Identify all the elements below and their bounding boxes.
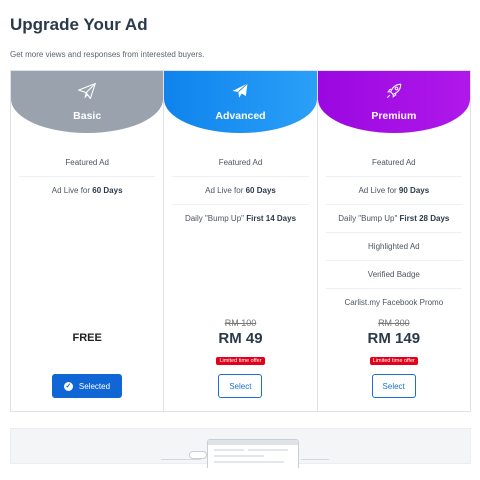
- plan-basic-header: Basic: [11, 71, 164, 133]
- plan-basic-name: Basic: [73, 110, 102, 122]
- plan-advanced-name: Advanced: [215, 110, 266, 122]
- select-button[interactable]: Select: [218, 374, 263, 398]
- plan-premium: Premium Featured Ad Ad Live for 90 Days …: [317, 71, 470, 411]
- plan-basic: Basic Featured Ad Ad Live for 60 Days FR…: [11, 71, 165, 411]
- select-button[interactable]: Select: [371, 374, 416, 398]
- feature-item: Daily "Bump Up" First 14 Days: [184, 214, 297, 223]
- plans-table: Basic Featured Ad Ad Live for 60 Days FR…: [10, 70, 471, 412]
- old-price: RM 100: [224, 318, 257, 328]
- plan-premium-name: Premium: [371, 110, 417, 122]
- feature-item: Ad Live for 60 Days: [51, 186, 123, 195]
- plan-premium-features: Featured Ad Ad Live for 90 Days Daily "B…: [325, 149, 462, 316]
- feature-item: Featured Ad: [172, 149, 309, 177]
- price: RM 49: [218, 330, 263, 347]
- page-subtitle: Get more views and responses from intere…: [10, 50, 205, 59]
- page-title: Upgrade Your Ad: [10, 15, 148, 34]
- feature-item: Highlighted Ad: [325, 233, 462, 261]
- cloud-illustration: [189, 451, 207, 459]
- browser-illustration: [207, 439, 299, 468]
- plan-basic-price: FREE: [11, 317, 163, 344]
- plan-advanced-price: RM 100 RM 49 Limited time offer: [164, 317, 316, 367]
- check-circle-icon: ✓: [63, 381, 73, 391]
- old-price: RM 300: [378, 318, 410, 328]
- feature-item: Featured Ad: [325, 149, 462, 177]
- feature-item: Daily "Bump Up" First 28 Days: [325, 205, 462, 233]
- divider-line: [161, 459, 201, 460]
- divider-line: [301, 459, 329, 460]
- plan-basic-features: Featured Ad Ad Live for 60 Days: [19, 149, 156, 204]
- feature-item: Carlist.my Facebook Promo: [344, 298, 444, 307]
- plan-premium-price: RM 300 RM 149 Limited time offer: [318, 317, 470, 367]
- rocket-icon: [386, 83, 402, 99]
- feature-item: Ad Live for 90 Days: [325, 177, 462, 205]
- feature-item: Ad Live for 60 Days: [172, 177, 309, 205]
- limited-offer-badge: Limited time offer: [369, 357, 418, 365]
- price-free: FREE: [72, 332, 102, 344]
- plan-advanced: Advanced Featured Ad Ad Live for 60 Days…: [164, 71, 318, 411]
- promo-card: [10, 428, 471, 468]
- limited-offer-badge: Limited time offer: [216, 357, 265, 365]
- selected-button[interactable]: ✓ Selected: [52, 374, 122, 398]
- airplane-icon: [232, 83, 249, 98]
- plan-advanced-features: Featured Ad Ad Live for 60 Days Daily "B…: [172, 149, 309, 232]
- feature-item: Featured Ad: [19, 149, 156, 177]
- feature-item: Verified Badge: [325, 261, 462, 289]
- plan-advanced-header: Advanced: [164, 71, 317, 133]
- paper-plane-icon: [78, 82, 97, 100]
- price: RM 149: [367, 330, 421, 347]
- plan-premium-header: Premium: [317, 71, 470, 133]
